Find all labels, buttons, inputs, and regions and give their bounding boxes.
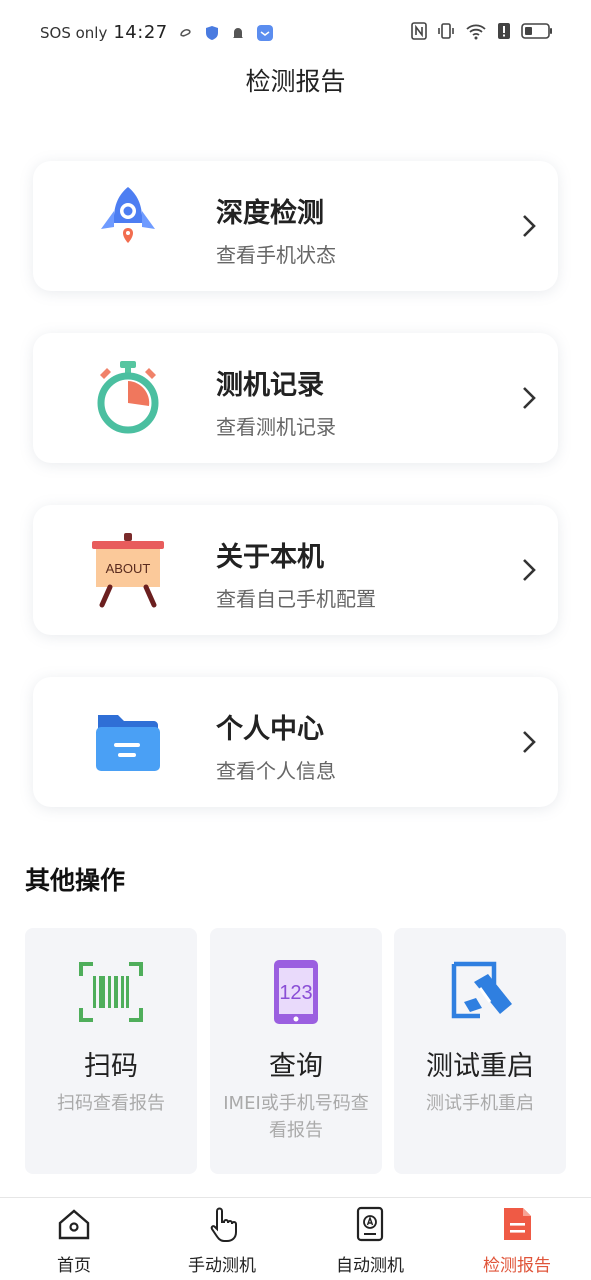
nav-label: 手动测机 bbox=[188, 1256, 256, 1276]
clock: 14:27 bbox=[113, 22, 168, 43]
card-personal-center[interactable]: 个人中心 查看个人信息 bbox=[33, 677, 558, 807]
card-subtitle: 查看自己手机配置 bbox=[216, 587, 376, 611]
tile-scan[interactable]: 扫码 扫码查看报告 bbox=[25, 928, 197, 1174]
nav-label: 检测报告 bbox=[483, 1256, 551, 1276]
card-title: 深度检测 bbox=[216, 198, 324, 229]
folder-icon bbox=[96, 715, 160, 771]
weibo-icon bbox=[179, 28, 191, 37]
carrier-text: SOS only bbox=[40, 23, 108, 42]
restart-test-icon bbox=[451, 961, 512, 1019]
about-icon-text: ABOUT bbox=[106, 561, 151, 576]
nfc-icon bbox=[411, 22, 427, 40]
stopwatch-icon bbox=[97, 361, 159, 434]
tile-subtitle: 扫码查看报告 bbox=[57, 1093, 165, 1114]
card-subtitle: 查看测机记录 bbox=[216, 415, 336, 439]
nav-item-report[interactable]: 检测报告 bbox=[443, 1198, 591, 1280]
tile-query[interactable]: 123 查询 IMEI或手机号码查看报告 bbox=[210, 928, 382, 1174]
status-bar: SOS only 14:27 bbox=[0, 0, 591, 66]
alert-icon bbox=[498, 23, 510, 39]
nav-label: 自动测机 bbox=[336, 1256, 404, 1276]
nav-label: 首页 bbox=[57, 1256, 91, 1276]
card-deep-check[interactable]: 深度检测 查看手机状态 bbox=[33, 161, 558, 291]
chevron-right-icon bbox=[523, 559, 536, 581]
bell-icon bbox=[232, 27, 243, 39]
section-title: 其他操作 bbox=[25, 866, 126, 895]
card-title: 测机记录 bbox=[216, 370, 324, 401]
tile-subtitle: IMEI或手机号码查看报告 bbox=[223, 1093, 369, 1141]
home-icon bbox=[58, 1209, 90, 1240]
chevron-right-icon bbox=[523, 215, 536, 237]
card-title: 个人中心 bbox=[216, 714, 324, 745]
hand-tap-icon bbox=[210, 1207, 237, 1242]
app-badge-icon bbox=[256, 24, 273, 41]
page-title: 检测报告 bbox=[245, 67, 346, 96]
tile-title: 扫码 bbox=[84, 1051, 138, 1082]
battery-icon bbox=[521, 23, 552, 39]
nav-item-auto-test[interactable]: 自动测机 bbox=[296, 1198, 444, 1280]
tile-subtitle: 测试手机重启 bbox=[426, 1093, 534, 1114]
auto-phone-icon bbox=[356, 1206, 384, 1242]
chevron-right-icon bbox=[523, 387, 536, 409]
tile-title: 测试重启 bbox=[426, 1051, 534, 1082]
nav-item-manual-test[interactable]: 手动测机 bbox=[148, 1198, 296, 1280]
card-about-device[interactable]: ABOUT 关于本机 查看自己手机配置 bbox=[33, 505, 558, 635]
card-title: 关于本机 bbox=[216, 542, 324, 573]
about-easel-icon: ABOUT bbox=[92, 533, 164, 608]
barcode-scan-icon bbox=[79, 962, 143, 1022]
card-test-records[interactable]: 测机记录 查看测机记录 bbox=[33, 333, 558, 463]
card-subtitle: 查看手机状态 bbox=[216, 243, 336, 267]
rocket-icon bbox=[101, 187, 155, 243]
tile-title: 查询 bbox=[269, 1051, 323, 1082]
chevron-right-icon bbox=[523, 731, 536, 753]
shield-icon bbox=[205, 25, 218, 40]
query-icon-text: 123 bbox=[279, 982, 312, 1004]
vibrate-icon bbox=[438, 23, 454, 39]
wifi-icon bbox=[466, 24, 486, 40]
nav-item-home[interactable]: 首页 bbox=[0, 1198, 148, 1280]
tile-restart-test[interactable]: 测试重启 测试手机重启 bbox=[394, 928, 566, 1174]
bottom-nav: 首页 手动测机 自动测机 检测报告 bbox=[0, 1197, 591, 1280]
card-subtitle: 查看个人信息 bbox=[216, 759, 336, 783]
report-icon bbox=[504, 1208, 531, 1240]
phone-123-icon: 123 bbox=[274, 960, 318, 1024]
